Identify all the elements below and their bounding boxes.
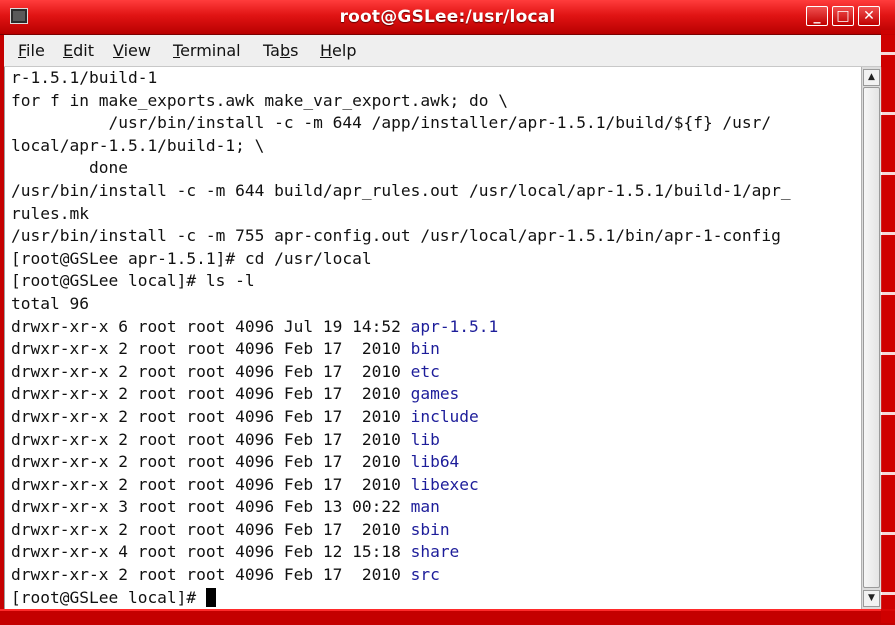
- prompt-line[interactable]: [root@GSLee local]#: [11, 587, 791, 609]
- listing-perms: drwxr-xr-x 4 root root 4096 Feb 12 15:18: [11, 542, 411, 562]
- listing-perms: drwxr-xr-x 2 root root 4096 Feb 17 2010: [11, 452, 411, 472]
- terminal-window: root@GSLee:/usr/local _ □ ✕ File Edit Vi…: [0, 0, 895, 625]
- title-bar[interactable]: root@GSLee:/usr/local _ □ ✕: [0, 0, 895, 35]
- directory-name: src: [410, 565, 440, 585]
- listing-row: drwxr-xr-x 2 root root 4096 Feb 17 2010 …: [11, 383, 791, 406]
- menu-edit[interactable]: Edit: [63, 41, 94, 60]
- terminal-line: /usr/bin/install -c -m 644 build/apr_rul…: [11, 180, 791, 200]
- listing-row: drwxr-xr-x 2 root root 4096 Feb 17 2010 …: [11, 474, 791, 497]
- terminal-output[interactable]: r-1.5.1/build-1 for f in make_exports.awk…: [4, 67, 861, 609]
- maximize-button[interactable]: □: [832, 6, 854, 26]
- listing-perms: drwxr-xr-x 2 root root 4096 Feb 17 2010: [11, 565, 411, 585]
- terminal-line: /usr/bin/install -c -m 755 apr-config.ou…: [11, 226, 781, 246]
- directory-name: lib: [410, 429, 440, 449]
- listing-row: drwxr-xr-x 6 root root 4096 Jul 19 14:52…: [11, 316, 791, 339]
- menu-file[interactable]: File: [18, 41, 45, 60]
- terminal-line: total 96: [11, 293, 89, 313]
- terminal-line: /usr/bin/install -c -m 644 /app/installe…: [11, 113, 772, 133]
- listing-row: drwxr-xr-x 2 root root 4096 Feb 17 2010 …: [11, 429, 791, 452]
- text-cursor: [205, 587, 216, 607]
- directory-name: bin: [410, 339, 440, 359]
- terminal-line: [root@GSLee local]# ls -l: [11, 271, 255, 291]
- directory-name: share: [410, 542, 460, 562]
- menu-help[interactable]: Help: [320, 41, 356, 60]
- listing-perms: drwxr-xr-x 2 root root 4096 Feb 17 2010: [11, 474, 411, 494]
- listing-row: drwxr-xr-x 2 root root 4096 Feb 17 2010 …: [11, 406, 791, 429]
- close-button[interactable]: ✕: [858, 6, 880, 26]
- directory-name: etc: [410, 361, 440, 381]
- listing-row: drwxr-xr-x 3 root root 4096 Feb 13 00:22…: [11, 496, 791, 519]
- terminal-line: done: [11, 158, 128, 178]
- listing-row: drwxr-xr-x 2 root root 4096 Feb 17 2010 …: [11, 338, 791, 361]
- listing-row: drwxr-xr-x 2 root root 4096 Feb 17 2010 …: [11, 361, 791, 384]
- scroll-down-arrow-icon[interactable]: ▼: [863, 590, 880, 607]
- directory-name: include: [410, 406, 479, 426]
- directory-name: apr-1.5.1: [410, 316, 499, 336]
- directory-name: man: [410, 497, 440, 517]
- terminal-line: for f in make_exports.awk make_var_expor…: [11, 90, 509, 110]
- directory-name: sbin: [410, 519, 450, 539]
- listing-perms: drwxr-xr-x 2 root root 4096 Feb 17 2010: [11, 429, 411, 449]
- scrollbar-thumb[interactable]: [863, 87, 880, 588]
- directory-name: games: [410, 384, 460, 404]
- listing-row: drwxr-xr-x 2 root root 4096 Feb 17 2010 …: [11, 564, 791, 587]
- listing-perms: drwxr-xr-x 2 root root 4096 Feb 17 2010: [11, 519, 411, 539]
- terminal-line: rules.mk: [11, 203, 89, 223]
- listing-row: drwxr-xr-x 4 root root 4096 Feb 12 15:18…: [11, 541, 791, 564]
- vertical-scrollbar[interactable]: ▲ ▼: [861, 67, 882, 609]
- listing-perms: drwxr-xr-x 2 root root 4096 Feb 17 2010: [11, 339, 411, 359]
- listing-perms: drwxr-xr-x 2 root root 4096 Feb 17 2010: [11, 384, 411, 404]
- menu-view[interactable]: View: [113, 41, 151, 60]
- menu-bar: File Edit View Terminal Tabs Help: [4, 35, 881, 67]
- terminal-line: [root@GSLee apr-1.5.1]# cd /usr/local: [11, 248, 372, 268]
- listing-row: drwxr-xr-x 2 root root 4096 Feb 17 2010 …: [11, 519, 791, 542]
- scroll-up-arrow-icon[interactable]: ▲: [863, 69, 880, 86]
- listing-perms: drwxr-xr-x 6 root root 4096 Jul 19 14:52: [11, 316, 411, 336]
- menu-terminal[interactable]: Terminal: [173, 41, 241, 60]
- terminal-line: local/apr-1.5.1/build-1; \: [11, 135, 265, 155]
- terminal-text: r-1.5.1/build-1 for f in make_exports.awk…: [11, 67, 791, 609]
- listing-perms: drwxr-xr-x 2 root root 4096 Feb 17 2010: [11, 406, 411, 426]
- directory-name: lib64: [410, 452, 460, 472]
- shell-prompt: [root@GSLee local]#: [11, 587, 206, 607]
- window-title: root@GSLee:/usr/local: [339, 7, 556, 27]
- terminal-line: r-1.5.1/build-1: [11, 68, 158, 87]
- directory-name: libexec: [410, 474, 479, 494]
- listing-perms: drwxr-xr-x 3 root root 4096 Feb 13 00:22: [11, 497, 411, 517]
- listing-perms: drwxr-xr-x 2 root root 4096 Feb 17 2010: [11, 361, 411, 381]
- listing-row: drwxr-xr-x 2 root root 4096 Feb 17 2010 …: [11, 451, 791, 474]
- menu-tabs[interactable]: Tabs: [263, 41, 298, 60]
- minimize-button[interactable]: _: [806, 6, 828, 26]
